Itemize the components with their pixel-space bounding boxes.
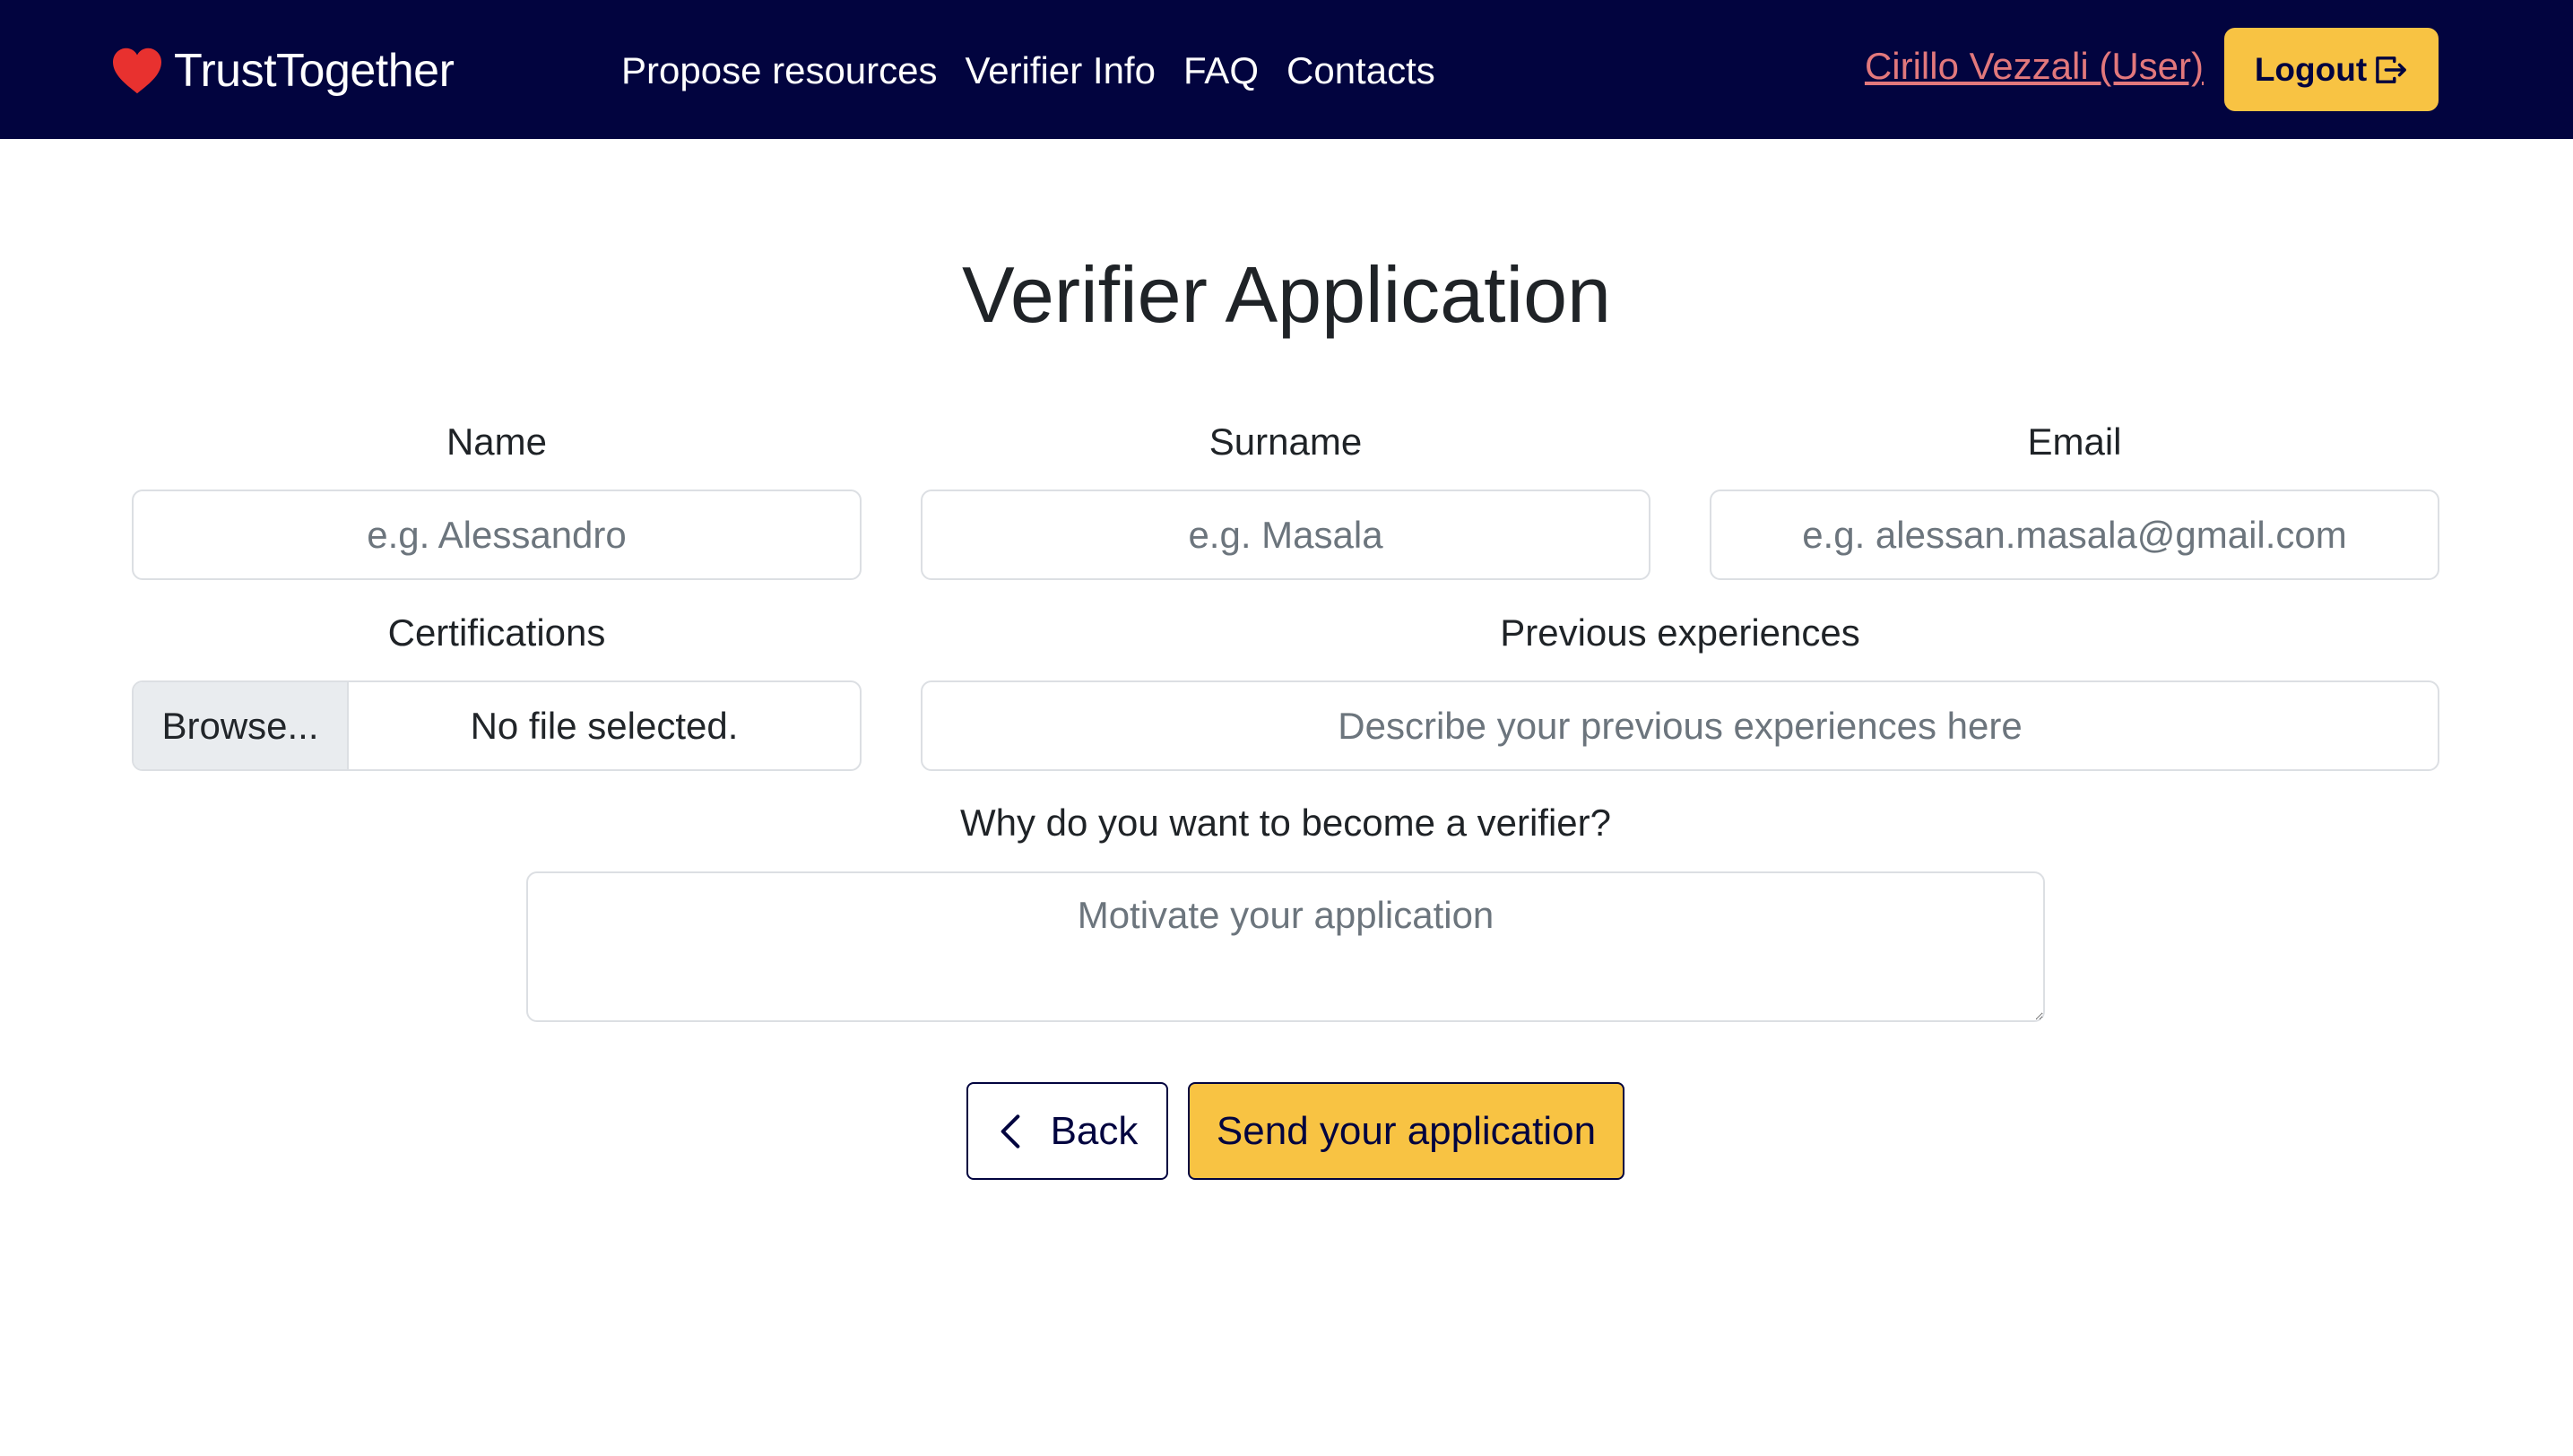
email-label: Email [2027, 420, 2122, 463]
heart-icon [113, 48, 161, 94]
certifications-label: Certifications [387, 611, 606, 654]
name-input[interactable] [132, 490, 862, 580]
name-label: Name [446, 420, 548, 463]
nav-faq[interactable]: FAQ [1183, 49, 1259, 92]
chevron-left-icon [1001, 1114, 1019, 1148]
nav-verifier-info[interactable]: Verifier Info [966, 49, 1156, 92]
nav-propose-resources[interactable]: Propose resources [621, 49, 938, 92]
surname-input[interactable] [921, 490, 1650, 580]
user-profile-link[interactable]: Cirillo Vezzali (User) [1865, 39, 2204, 93]
back-button[interactable]: Back [966, 1082, 1168, 1180]
navbar: TrustTogether Propose resources Verifier… [0, 0, 2573, 139]
previous-experiences-label: Previous experiences [1500, 611, 1860, 654]
motivation-label: Why do you want to become a verifier? [959, 802, 1612, 844]
logout-button[interactable]: Logout [2224, 28, 2439, 111]
nav-contacts[interactable]: Contacts [1286, 49, 1435, 92]
logout-icon [2376, 56, 2406, 83]
page-title: Verifier Application [962, 250, 1611, 339]
back-label: Back [1050, 1108, 1139, 1153]
motivation-textarea[interactable] [526, 871, 2045, 1022]
surname-label: Surname [1209, 420, 1363, 463]
send-application-button[interactable]: Send your application [1188, 1082, 1624, 1180]
previous-experiences-input[interactable] [921, 680, 2439, 771]
selected-file-name: No file selected. [470, 704, 739, 747]
logout-label: Logout [2254, 50, 2368, 88]
brand-name: TrustTogether [174, 45, 455, 97]
main-nav: Propose resources Verifier Info FAQ Cont… [621, 39, 1463, 102]
brand-link[interactable]: TrustTogether [111, 39, 455, 102]
email-input[interactable] [1710, 490, 2439, 580]
certifications-file-input[interactable]: Browse... No file selected. [132, 680, 862, 771]
browse-button[interactable]: Browse... [134, 682, 349, 769]
